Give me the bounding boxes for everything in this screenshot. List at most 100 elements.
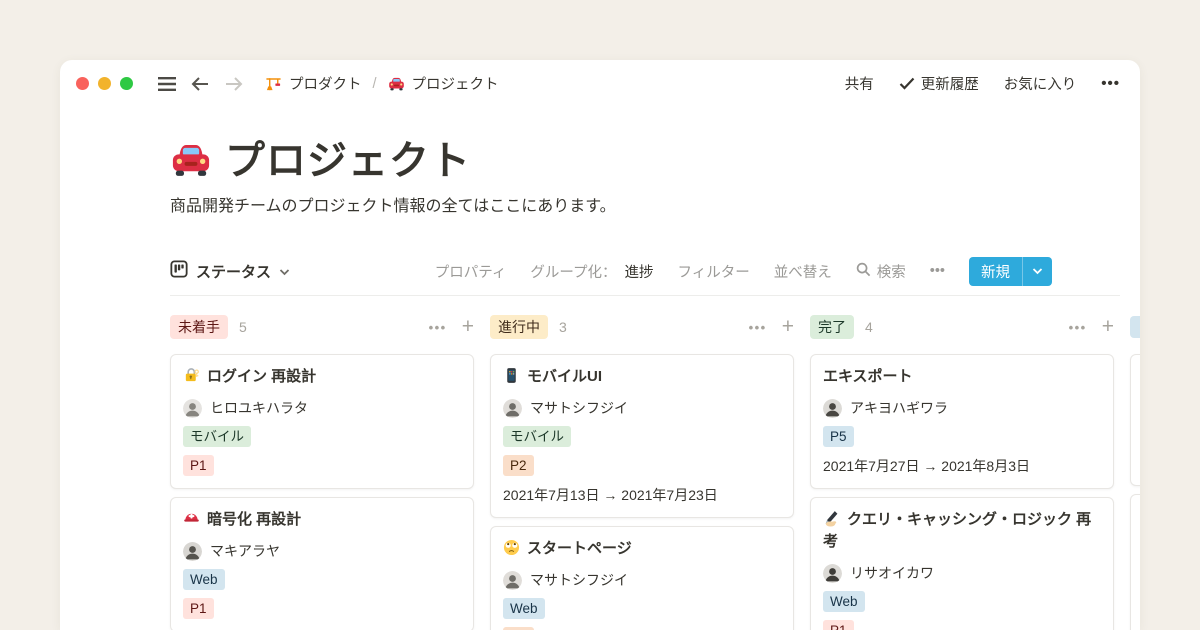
card-assignee: ヒロユキハラタ [183, 398, 461, 418]
share-button[interactable]: 共有 [845, 73, 874, 94]
group-by-button[interactable]: グループ化： 進捗 [530, 261, 653, 282]
crane-icon [265, 75, 282, 92]
column-status-tag[interactable]: 完了 [810, 315, 854, 339]
column-cards: ログイン 再設計 ヒロユキハラタ モバイル P1 暗号化 再設計 マキアラヤ [170, 354, 474, 630]
search-button[interactable]: 検索 [856, 261, 906, 282]
card-tag: P1 [823, 620, 854, 630]
card-title: クエリ・キャッシング・ロジック 再考 [823, 509, 1101, 553]
column-count: 3 [559, 319, 567, 335]
topbar-menu: 共有 更新履歴 お気に入り ••• [845, 73, 1120, 94]
lock-icon [183, 367, 200, 384]
card-assignee: マキアラヤ [183, 541, 461, 561]
toolbar-more-icon[interactable]: ••• [930, 263, 945, 279]
card-title: 暗号化 再設計 [183, 509, 461, 531]
page-title-row: プロジェクト [170, 137, 1140, 185]
column-add-icon[interactable]: + [1102, 317, 1114, 337]
board-column-done: 完了 4 ••• + エキスポート アキヨハギワラ P5 [810, 314, 1114, 630]
card-title: スタートページ [503, 538, 781, 560]
column-count: 5 [239, 319, 247, 335]
assignee-name: マサトシフジイ [530, 570, 628, 590]
close-window-icon[interactable] [76, 77, 89, 90]
column-cards: モバイルUI マサトシフジイ モバイル P2 2021年7月13日 → 2021… [490, 354, 794, 630]
column-status-tag[interactable]: 未着手 [170, 315, 228, 339]
breadcrumb-label: プロダクト [289, 73, 362, 94]
card-tag: Web [823, 591, 865, 612]
card-tag: Web [503, 598, 545, 619]
page-content: プロジェクト 商品開発チームのプロジェクト情報の全てはここにあります。 ステータ… [60, 137, 1140, 630]
view-switcher[interactable]: ステータス [170, 260, 290, 282]
column-cards: エキスポート アキヨハギワラ P5 2021年7月27日 → 2021年8月3日… [810, 354, 1114, 630]
breadcrumb: プロダクト / プロジェクト [265, 73, 499, 94]
board-column-in-progress: 進行中 3 ••• + モバイルUI マサトシフジイ モバイル [490, 314, 794, 630]
zoom-window-icon[interactable] [120, 77, 133, 90]
column-header [1130, 314, 1140, 340]
avatar [183, 399, 202, 418]
breadcrumb-item-product[interactable]: プロダクト [265, 73, 362, 94]
traffic-lights [76, 77, 133, 90]
car-icon [388, 75, 405, 92]
card-tag: P2 [503, 455, 534, 476]
card-title: ログイン 再設計 [183, 366, 461, 388]
column-status-tag[interactable]: 進行中 [490, 315, 548, 339]
favorite-button[interactable]: お気に入り [1004, 73, 1077, 94]
kanban-board: 未着手 5 ••• + ログイン 再設計 ヒロユキハラタ モバイル [170, 314, 1140, 630]
breadcrumb-item-project[interactable]: プロジェクト [388, 73, 499, 94]
page-subtitle[interactable]: 商品開発チームのプロジェクト情報の全てはここにあります。 [170, 197, 1140, 217]
column-status-tag[interactable] [1130, 316, 1140, 338]
filter-button[interactable]: フィルター [678, 261, 750, 282]
new-button[interactable]: 新規 [969, 257, 1052, 286]
kanban-card[interactable]: スタートページ マサトシフジイ Web P2 [490, 526, 794, 630]
back-arrow-icon[interactable] [191, 76, 210, 92]
group-by-value: 進捗 [625, 261, 654, 282]
kanban-card[interactable]: ログイン 再設計 ヒロユキハラタ モバイル P1 [170, 354, 474, 489]
card-title: モバイルUI [503, 366, 781, 388]
card-date-range: 2021年7月27日 → 2021年8月3日 [823, 457, 1101, 476]
sort-button[interactable]: 並べ替え [774, 261, 832, 282]
card-date-range: 2021年7月13日 → 2021年7月23日 [503, 486, 781, 505]
card-tag: モバイル [503, 426, 571, 447]
column-header: 未着手 5 ••• + [170, 314, 474, 340]
column-add-icon[interactable]: + [462, 317, 474, 337]
board-column-not-started: 未着手 5 ••• + ログイン 再設計 ヒロユキハラタ モバイル [170, 314, 474, 630]
more-icon[interactable]: ••• [1101, 75, 1120, 92]
kanban-card[interactable]: エキスポート アキヨハギワラ P5 2021年7月27日 → 2021年8月3日 [810, 354, 1114, 489]
column-count: 4 [865, 319, 873, 335]
column-more-icon[interactable]: ••• [749, 320, 767, 335]
kanban-card[interactable]: 暗号化 再設計 マキアラヤ Web P1 [170, 497, 474, 630]
properties-button[interactable]: プロパティ [435, 261, 507, 282]
window-topbar: プロダクト / プロジェクト 共有 更新履歴 お気に入り ••• [60, 60, 1140, 107]
column-header: 完了 4 ••• + [810, 314, 1114, 340]
check-icon [899, 77, 915, 90]
avatar [503, 399, 522, 418]
card-assignee: マサトシフジイ [503, 398, 781, 418]
car-icon[interactable] [170, 138, 212, 185]
breadcrumb-label: プロジェクト [412, 73, 499, 94]
chevron-down-icon [279, 263, 290, 280]
board-column-archived [1130, 314, 1140, 630]
hamburger-icon[interactable] [157, 76, 177, 92]
card-assignee: リサオイカワ [823, 563, 1101, 583]
view-toolbar: ステータス プロパティ グループ化： 進捗 フィルター 並べ替え 検索 [170, 256, 1140, 286]
card-tag: P5 [823, 426, 854, 447]
forward-arrow-icon[interactable] [224, 76, 243, 92]
column-more-icon[interactable]: ••• [429, 320, 447, 335]
kanban-card[interactable] [1130, 354, 1140, 486]
card-tag: P1 [183, 598, 214, 619]
toolbar-divider [170, 295, 1120, 296]
view-name: ステータス [196, 261, 271, 282]
page-title[interactable]: プロジェクト [225, 137, 471, 185]
rolling-eyes-icon [503, 539, 520, 556]
column-add-icon[interactable]: + [782, 317, 794, 337]
kanban-card[interactable]: モバイルUI マサトシフジイ モバイル P2 2021年7月13日 → 2021… [490, 354, 794, 518]
column-more-icon[interactable]: ••• [1069, 320, 1087, 335]
toolbar-actions: プロパティ グループ化： 進捗 フィルター 並べ替え 検索 ••• 新規 [435, 257, 1052, 286]
helmet-icon [183, 510, 200, 527]
avatar [823, 399, 842, 418]
minimize-window-icon[interactable] [98, 77, 111, 90]
kanban-card[interactable] [1130, 494, 1140, 630]
avatar [183, 542, 202, 561]
updates-button[interactable]: 更新履歴 [899, 73, 979, 94]
kanban-card[interactable]: クエリ・キャッシング・ロジック 再考 リサオイカワ Web P1 [810, 497, 1114, 630]
chevron-down-icon[interactable] [1022, 257, 1052, 286]
assignee-name: マキアラヤ [210, 541, 280, 561]
